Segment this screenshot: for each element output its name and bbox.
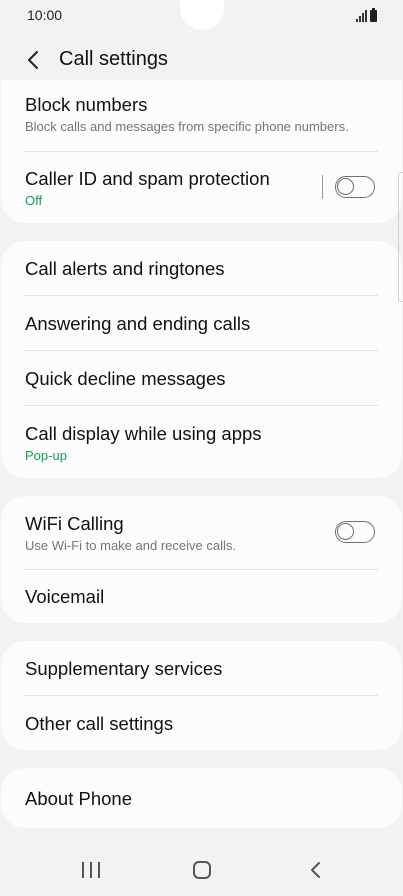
app-header: Call settings	[0, 40, 403, 80]
about-phone-row[interactable]: About Phone	[25, 788, 378, 810]
call-display-title: Call display while using apps	[25, 423, 262, 444]
block-numbers-row[interactable]: Block numbers Block calls and messages f…	[25, 94, 378, 134]
card-about: About Phone	[1, 768, 402, 828]
scroll-indicator[interactable]	[398, 172, 403, 302]
about-phone-title: About Phone	[25, 788, 132, 809]
call-display-status: Pop-up	[25, 448, 67, 463]
card-blocking: Block numbers Block calls and messages f…	[1, 80, 402, 223]
page-title: Call settings	[59, 48, 168, 70]
divider	[25, 151, 378, 152]
block-numbers-title: Block numbers	[25, 94, 148, 115]
divider	[25, 350, 378, 351]
toggle-knob	[337, 178, 354, 195]
status-icons	[356, 8, 377, 22]
other-settings-title: Other call settings	[25, 713, 174, 734]
caller-id-title: Caller ID and spam protection	[25, 168, 270, 189]
divider	[25, 405, 378, 406]
card-wifi-voicemail: WiFi Calling Use Wi-Fi to make and recei…	[1, 496, 402, 623]
voicemail-row[interactable]: Voicemail	[25, 586, 378, 608]
toggle-knob	[337, 523, 354, 540]
divider	[25, 695, 378, 696]
nav-back-icon[interactable]	[306, 860, 326, 880]
vertical-separator	[322, 175, 323, 199]
status-bar: 10:00	[0, 0, 403, 34]
signal-icon	[356, 10, 367, 22]
call-alerts-row[interactable]: Call alerts and ringtones	[25, 258, 378, 280]
call-display-row[interactable]: Call display while using apps Pop-up	[25, 423, 378, 463]
supplementary-title: Supplementary services	[25, 658, 223, 679]
divider	[25, 295, 378, 296]
card-services: Supplementary services Other call settin…	[1, 641, 402, 750]
wifi-calling-toggle[interactable]	[335, 521, 375, 543]
navigation-bar	[0, 848, 403, 896]
caller-id-status: Off	[25, 193, 43, 208]
back-icon[interactable]	[22, 48, 46, 72]
quick-decline-row[interactable]: Quick decline messages	[25, 368, 378, 390]
wifi-calling-subtitle: Use Wi-Fi to make and receive calls.	[25, 538, 236, 553]
wifi-calling-title: WiFi Calling	[25, 513, 124, 534]
battery-icon	[370, 8, 377, 22]
quick-decline-title: Quick decline messages	[25, 368, 226, 389]
wifi-calling-row[interactable]: WiFi Calling Use Wi-Fi to make and recei…	[25, 513, 312, 553]
supplementary-row[interactable]: Supplementary services	[25, 658, 378, 680]
recent-apps-icon[interactable]	[82, 862, 100, 878]
card-call-options: Call alerts and ringtones Answering and …	[1, 241, 402, 478]
other-settings-row[interactable]: Other call settings	[25, 713, 378, 735]
divider	[25, 569, 378, 570]
home-icon[interactable]	[193, 861, 211, 879]
caller-id-toggle[interactable]	[335, 176, 375, 198]
block-numbers-subtitle: Block calls and messages from specific p…	[25, 119, 349, 134]
caller-id-row[interactable]: Caller ID and spam protection Off	[25, 168, 312, 208]
answering-row[interactable]: Answering and ending calls	[25, 313, 378, 335]
answering-title: Answering and ending calls	[25, 313, 251, 334]
camera-notch	[180, 0, 224, 30]
call-alerts-title: Call alerts and ringtones	[25, 258, 225, 279]
voicemail-title: Voicemail	[25, 586, 105, 607]
status-time: 10:00	[27, 7, 63, 23]
